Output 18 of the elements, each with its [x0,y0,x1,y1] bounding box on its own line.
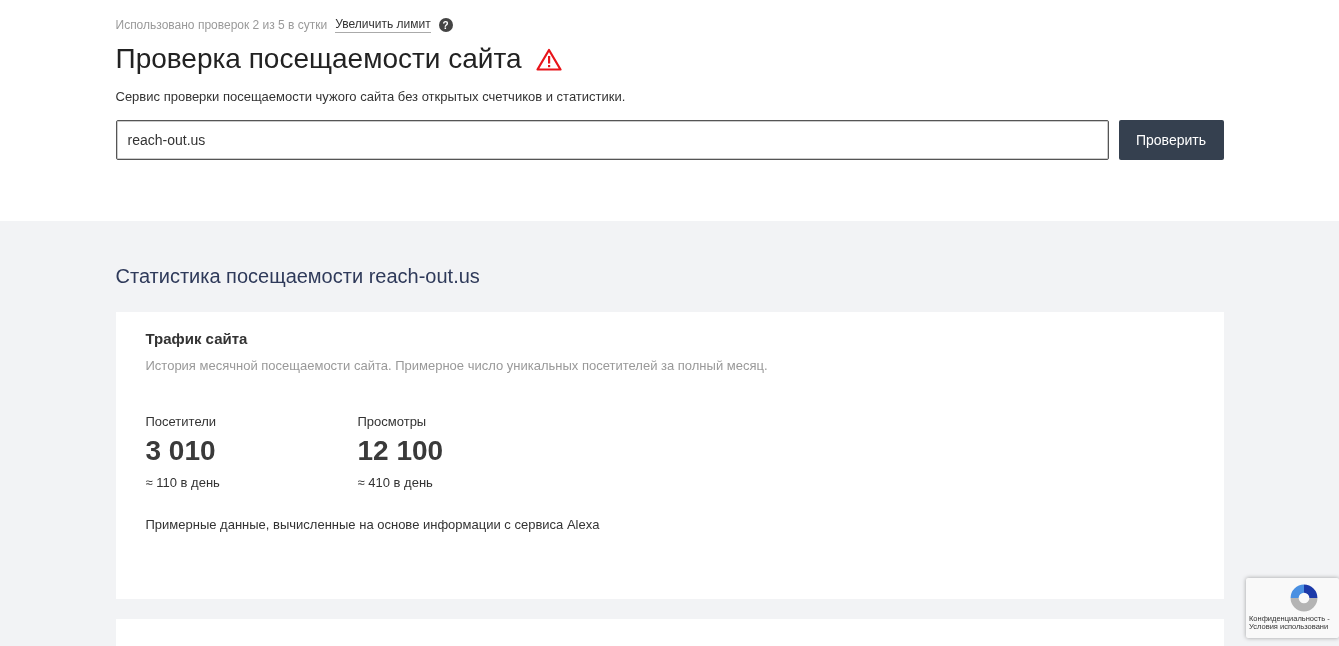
metric-value: 3 010 [145,435,217,467]
help-icon[interactable]: ? [438,18,453,32]
metric-label: Посетители [145,414,218,429]
metric-label: Просмотры [357,414,428,429]
data-source-note: Примерные данные, вычисленные на основе информации с сервиса Alexa [145,517,601,532]
description: Сервис проверки посещаемости чужого сайта без открытых счетчиков и статистики. [115,89,627,104]
warning-icon [535,47,562,71]
increase-limit-link[interactable]: Увеличить лимит [335,17,431,33]
card-subtitle: История месячной посещаемости сайта. Примерное число уникальных посетителей за полный месяц. [145,358,769,373]
page-title: Проверка посещаемости сайта [115,43,522,75]
check-button[interactable]: Проверить [1118,120,1224,160]
metric-value: 12 100 [357,435,445,467]
usage-text: Использовано проверок 2 из 5 в сутки [115,18,328,32]
card-title: Трафик сайта [145,330,249,347]
url-field[interactable]: reach-out.us [115,120,1109,160]
per-day-value: ≈ 410 в день [357,475,434,490]
section-heading: Статистика посещаемости reach-out.us [115,265,481,288]
per-day-value: ≈ 110 в день [145,475,221,490]
